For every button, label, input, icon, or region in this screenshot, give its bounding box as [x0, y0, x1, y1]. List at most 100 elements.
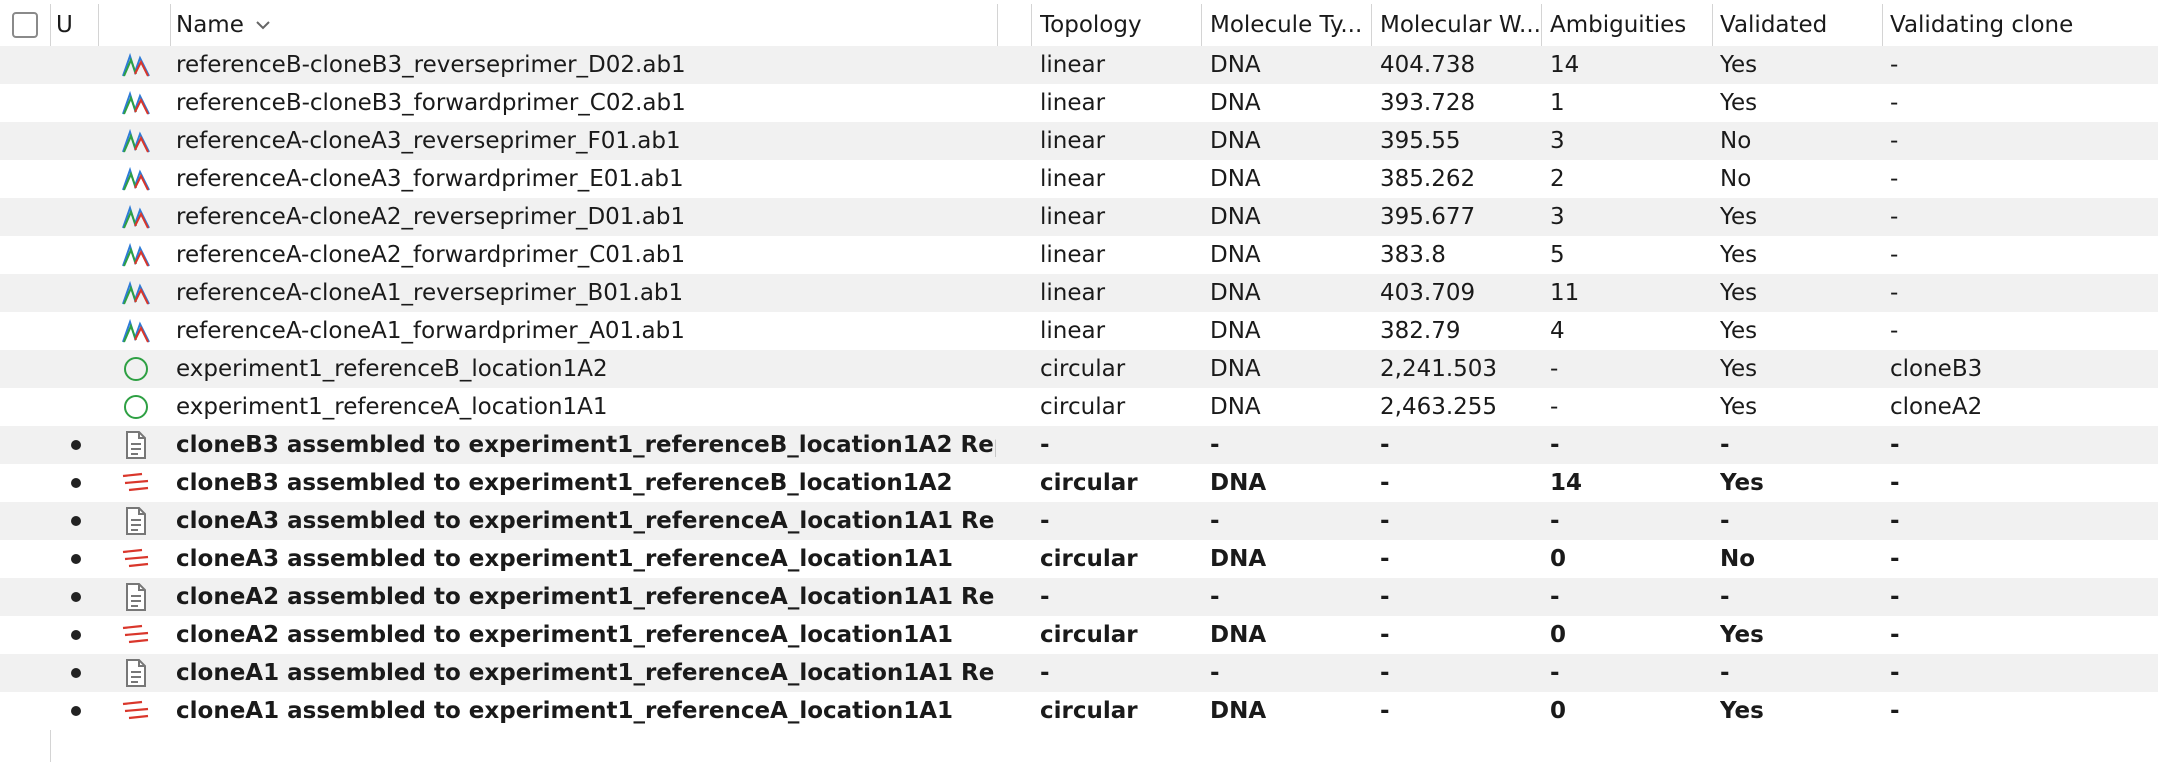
molecule-type-cell: DNA — [1210, 128, 1261, 154]
unread-cell[interactable] — [56, 388, 96, 426]
validated-cell: Yes — [1720, 204, 1758, 230]
unread-cell[interactable] — [56, 198, 96, 236]
contig-alignment-icon — [118, 541, 154, 577]
column-divider[interactable] — [50, 4, 51, 46]
column-divider[interactable] — [997, 4, 998, 46]
table-row[interactable]: cloneA2 assembled to experiment1_referen… — [0, 578, 2158, 616]
ambiguities-cell: 0 — [1550, 546, 1567, 572]
table-row[interactable]: referenceA-cloneA1_reverseprimer_B01.ab1… — [0, 274, 2158, 312]
name-cell: cloneA3 assembled to experiment1_referen… — [176, 508, 996, 534]
name-cell: referenceA-cloneA1_reverseprimer_B01.ab1 — [176, 280, 684, 306]
column-header-molecular-weight[interactable]: Molecular W... — [1380, 4, 1542, 46]
molecule-type-cell: DNA — [1210, 204, 1261, 230]
validated-cell: - — [1720, 584, 1730, 610]
unread-cell[interactable] — [56, 122, 96, 160]
unread-bullet-icon — [71, 554, 81, 564]
table-row[interactable]: referenceA-cloneA2_reverseprimer_D01.ab1… — [0, 198, 2158, 236]
column-header-molecule-type[interactable]: Molecule Ty... — [1210, 4, 1374, 46]
molecular-weight-cell: - — [1380, 622, 1390, 648]
ambiguities-cell: - — [1550, 356, 1559, 382]
table-row[interactable]: cloneA3 assembled to experiment1_referen… — [0, 502, 2158, 540]
table-row[interactable]: referenceA-cloneA1_forwardprimer_A01.ab1… — [0, 312, 2158, 350]
column-header-validating-clone[interactable]: Validating clone — [1890, 4, 2150, 46]
ambiguities-cell: 0 — [1550, 698, 1567, 724]
table-row[interactable]: experiment1_referenceA_location1A1 circul… — [0, 388, 2158, 426]
ambiguities-cell: - — [1550, 584, 1560, 610]
molecule-type-cell: DNA — [1210, 90, 1261, 116]
molecule-type-cell: DNA — [1210, 546, 1267, 572]
table-row[interactable]: cloneB3 assembled to experiment1_referen… — [0, 426, 2158, 464]
select-all-checkbox[interactable] — [12, 12, 38, 38]
validated-cell: - — [1720, 660, 1730, 686]
column-divider[interactable] — [1882, 4, 1883, 46]
table-row[interactable]: cloneA2 assembled to experiment1_referen… — [0, 616, 2158, 654]
contig-alignment-icon — [118, 693, 154, 729]
select-all-checkbox-cell[interactable] — [12, 4, 42, 46]
type-icon-cell — [116, 692, 156, 730]
validating-clone-cell: cloneB3 — [1890, 356, 1983, 382]
ambiguities-cell: 5 — [1550, 242, 1565, 268]
table-row[interactable]: cloneA1 assembled to experiment1_referen… — [0, 692, 2158, 730]
unread-cell[interactable] — [56, 540, 96, 578]
table-row[interactable]: referenceA-cloneA2_forwardprimer_C01.ab1… — [0, 236, 2158, 274]
chromatogram-icon — [118, 123, 154, 159]
unread-cell[interactable] — [56, 312, 96, 350]
unread-cell[interactable] — [56, 426, 96, 464]
table-row[interactable]: referenceA-cloneA3_forwardprimer_E01.ab1… — [0, 160, 2158, 198]
column-header-ambiguities[interactable]: Ambiguities — [1550, 4, 1710, 46]
table-row[interactable]: referenceA-cloneA3_reverseprimer_F01.ab1… — [0, 122, 2158, 160]
name-cell: experiment1_referenceB_location1A2 — [176, 356, 608, 382]
topology-cell: - — [1040, 584, 1050, 610]
topology-cell: - — [1040, 508, 1050, 534]
name-cell: experiment1_referenceA_location1A1 — [176, 394, 608, 420]
table-row[interactable]: cloneA3 assembled to experiment1_referen… — [0, 540, 2158, 578]
report-document-icon — [118, 427, 154, 463]
validating-clone-cell: - — [1890, 52, 1899, 78]
validated-cell: Yes — [1720, 280, 1758, 306]
unread-cell[interactable] — [56, 616, 96, 654]
type-icon-cell — [116, 540, 156, 578]
report-document-icon — [118, 579, 154, 615]
molecular-weight-cell: - — [1380, 698, 1390, 724]
column-header-validated[interactable]: Validated — [1720, 4, 1880, 46]
unread-cell[interactable] — [56, 578, 96, 616]
unread-cell[interactable] — [56, 464, 96, 502]
unread-cell[interactable] — [56, 274, 96, 312]
unread-cell[interactable] — [56, 160, 96, 198]
molecular-weight-cell: 382.79 — [1380, 318, 1461, 344]
column-divider[interactable] — [1031, 4, 1032, 46]
unread-cell[interactable] — [56, 46, 96, 84]
validating-clone-cell: - — [1890, 660, 1900, 686]
column-divider[interactable] — [98, 4, 99, 46]
type-icon-cell — [116, 654, 156, 692]
column-divider[interactable] — [1201, 4, 1202, 46]
table-row[interactable]: experiment1_referenceB_location1A2 circul… — [0, 350, 2158, 388]
unread-cell[interactable] — [56, 502, 96, 540]
table-row[interactable]: cloneA1 assembled to experiment1_referen… — [0, 654, 2158, 692]
validated-cell: Yes — [1720, 242, 1758, 268]
validating-clone-cell: - — [1890, 128, 1899, 154]
molecule-type-cell: DNA — [1210, 166, 1261, 192]
type-icon-cell — [116, 578, 156, 616]
column-header-topology[interactable]: Topology — [1040, 4, 1200, 46]
column-divider[interactable] — [1541, 4, 1542, 46]
unread-cell[interactable] — [56, 654, 96, 692]
ambiguities-cell: 1 — [1550, 90, 1565, 116]
column-divider[interactable] — [1371, 4, 1372, 46]
column-divider[interactable] — [1712, 4, 1713, 46]
column-divider[interactable] — [170, 4, 171, 46]
unread-cell[interactable] — [56, 84, 96, 122]
validated-cell: Yes — [1720, 622, 1764, 648]
type-icon-cell — [116, 84, 156, 122]
unread-cell[interactable] — [56, 692, 96, 730]
table-row[interactable]: referenceB-cloneB3_forwardprimer_C02.ab1… — [0, 84, 2158, 122]
column-header-name-label: Name — [176, 12, 244, 38]
unread-cell[interactable] — [56, 236, 96, 274]
column-header-u[interactable]: U — [56, 4, 96, 46]
validating-clone-cell: - — [1890, 508, 1900, 534]
column-header-name[interactable]: Name — [176, 4, 996, 46]
molecule-type-cell: - — [1210, 660, 1220, 686]
unread-cell[interactable] — [56, 350, 96, 388]
table-row[interactable]: cloneB3 assembled to experiment1_referen… — [0, 464, 2158, 502]
table-row[interactable]: referenceB-cloneB3_reverseprimer_D02.ab1… — [0, 46, 2158, 84]
